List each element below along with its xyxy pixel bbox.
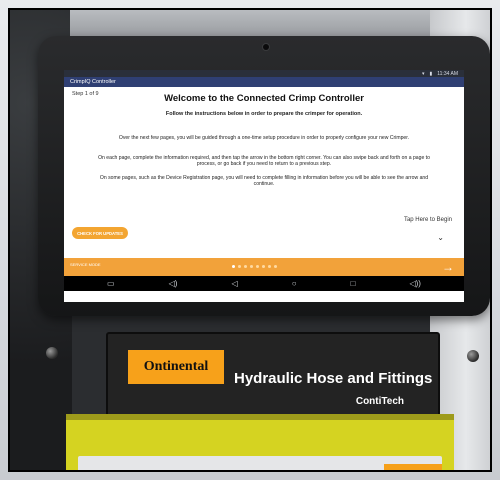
- yellow-cabinet: [66, 414, 454, 470]
- page-dot: [244, 265, 247, 268]
- bottom-bar: SERVICE MODE →: [64, 258, 464, 276]
- page-dot: [256, 265, 259, 268]
- placard-title: Hydraulic Hose and Fittings: [234, 370, 433, 387]
- app-title: CrimpIQ Controller: [70, 79, 116, 85]
- orange-strip: [384, 464, 442, 470]
- volume-down-icon[interactable]: ◁): [169, 279, 178, 288]
- tablet-device: ▾ ▮ 11:34 AM CrimpIQ Controller Step 1 o…: [38, 36, 490, 316]
- page-subtitle: Follow the instructions below in order t…: [165, 111, 363, 117]
- screenshot-icon[interactable]: ▭: [107, 279, 115, 288]
- chevron-down-icon[interactable]: ⌄: [437, 233, 444, 242]
- screw: [46, 347, 58, 359]
- brand-placard: Ontinental Hydraulic Hose and Fittings C…: [106, 332, 440, 420]
- photo-frame: ▾ ▮ 11:34 AM CrimpIQ Controller Step 1 o…: [8, 8, 492, 472]
- instruction-paragraph: On some pages, such as the Device Regist…: [99, 175, 429, 187]
- status-time: 11:34 AM: [437, 70, 458, 77]
- recents-icon[interactable]: □: [351, 279, 356, 288]
- page-dot: [250, 265, 253, 268]
- placard-subtitle: ContiTech: [355, 396, 404, 407]
- page-dot: [268, 265, 271, 268]
- page-dot: [238, 265, 241, 268]
- photo-scene: ▾ ▮ 11:34 AM CrimpIQ Controller Step 1 o…: [0, 0, 500, 480]
- volume-up-icon[interactable]: ◁)): [409, 279, 420, 288]
- android-nav-bar: ▭ ◁) ◁ ○ □ ◁)): [64, 276, 464, 291]
- page-dot: [274, 265, 277, 268]
- arrow-right-icon[interactable]: →: [442, 260, 454, 274]
- wifi-icon: ▾: [421, 70, 425, 77]
- back-icon[interactable]: ◁: [232, 279, 238, 288]
- front-camera: [263, 44, 269, 50]
- home-icon[interactable]: ○: [292, 279, 297, 288]
- page-dot-active: [232, 265, 235, 268]
- instruction-paragraph: Over the next few pages, you will be gui…: [118, 135, 410, 141]
- service-mode-link[interactable]: SERVICE MODE: [70, 262, 101, 267]
- app-bar: CrimpIQ Controller: [64, 77, 464, 87]
- battery-icon: ▮: [429, 70, 433, 77]
- screw: [467, 350, 479, 362]
- tap-to-begin-hint[interactable]: Tap Here to Begin: [404, 217, 452, 224]
- page-dot: [262, 265, 265, 268]
- page-dots: [232, 265, 277, 268]
- instruction-paragraph: On each page, complete the information r…: [98, 155, 430, 167]
- continental-logo: Ontinental: [128, 350, 224, 384]
- check-updates-button[interactable]: CHECK FOR UPDATES: [72, 227, 128, 239]
- tablet-screen: ▾ ▮ 11:34 AM CrimpIQ Controller Step 1 o…: [64, 70, 464, 302]
- setup-content: Step 1 of 9 Welcome to the Connected Cri…: [64, 87, 464, 258]
- status-bar: ▾ ▮ 11:34 AM: [64, 70, 464, 77]
- page-title: Welcome to the Connected Crimp Controlle…: [164, 93, 364, 104]
